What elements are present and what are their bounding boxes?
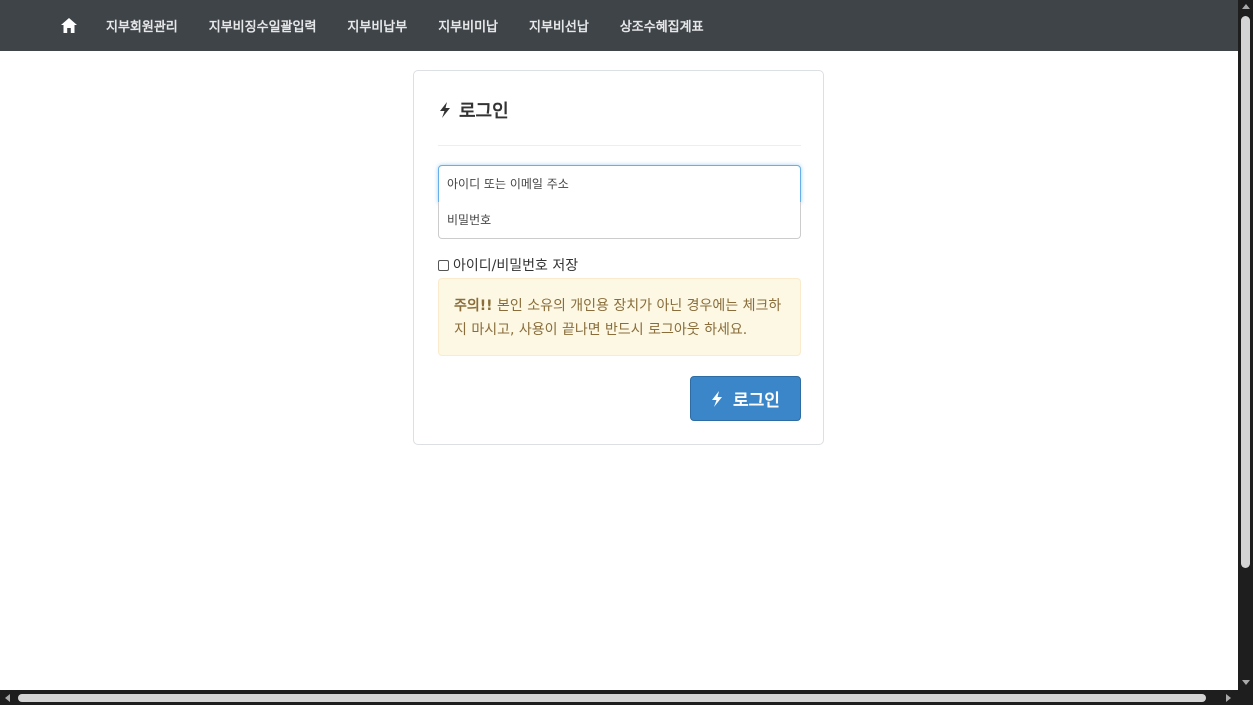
login-button-label: 로그인 [733, 391, 780, 411]
login-button[interactable]: 로그인 [690, 376, 801, 421]
vertical-scrollbar[interactable] [1238, 0, 1253, 690]
horizontal-scrollbar[interactable] [0, 690, 1238, 705]
nav-item-benefit-summary[interactable]: 상조수혜집계표 [620, 16, 704, 35]
nav-item-unpaid-fees[interactable]: 지부비미납 [438, 16, 498, 35]
home-icon [61, 17, 77, 33]
password-input[interactable] [438, 202, 801, 239]
nav-item-member-management[interactable]: 지부회원관리 [106, 16, 178, 35]
remember-label: 아이디/비밀번호 저장 [453, 258, 579, 274]
bolt-icon [712, 390, 723, 407]
scroll-down-icon[interactable] [1242, 680, 1250, 685]
top-navbar: 지부회원관리 지부비징수일괄입력 지부비납부 지부비미납 지부비선납 상조수혜집… [0, 0, 1238, 51]
login-title-text: 로그인 [459, 101, 509, 122]
login-title: 로그인 [439, 97, 509, 123]
alert-strong: 주의!! [454, 298, 493, 314]
remember-option[interactable]: 아이디/비밀번호 저장 [438, 255, 578, 275]
nav-item-prepaid-fees[interactable]: 지부비선납 [529, 16, 589, 35]
warning-alert: 주의!! 본인 소유의 개인용 장치가 아닌 경우에는 체크하지 마시고, 사용… [438, 278, 801, 356]
id-input[interactable] [438, 165, 801, 203]
home-link[interactable] [58, 13, 80, 37]
bolt-icon [440, 102, 450, 118]
scroll-up-icon[interactable] [1242, 4, 1250, 9]
vertical-scroll-thumb[interactable] [1241, 16, 1250, 568]
horizontal-scroll-thumb[interactable] [18, 694, 1206, 702]
divider [438, 145, 801, 146]
login-card: 로그인 아이디/비밀번호 저장 주의!! 본인 소유의 개인용 장치가 아닌 경… [413, 70, 824, 445]
nav-item-fee-payment[interactable]: 지부비납부 [347, 16, 407, 35]
scroll-left-icon[interactable] [5, 694, 10, 702]
scrollbar-corner [1238, 690, 1253, 705]
scroll-right-icon[interactable] [1226, 694, 1231, 702]
remember-checkbox[interactable] [438, 259, 449, 271]
alert-text: 본인 소유의 개인용 장치가 아닌 경우에는 체크하지 마시고, 사용이 끝나면… [454, 298, 782, 338]
nav-item-bulk-fee-input[interactable]: 지부비징수일괄입력 [209, 16, 317, 35]
nav-menu: 지부회원관리 지부비징수일괄입력 지부비납부 지부비미납 지부비선납 상조수혜집… [106, 0, 735, 51]
